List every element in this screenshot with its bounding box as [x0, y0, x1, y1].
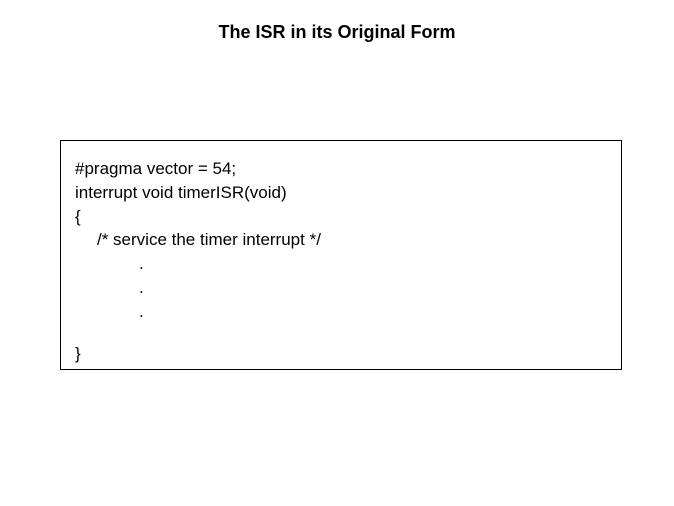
- code-line-comment: /* service the timer interrupt */: [75, 228, 607, 252]
- code-line-signature: interrupt void timerISR(void): [75, 181, 607, 205]
- code-line-close-brace: }: [75, 342, 607, 366]
- code-line-dot: .: [75, 276, 607, 300]
- code-line-open-brace: {: [75, 205, 607, 229]
- code-listing: #pragma vector = 54; interrupt void time…: [60, 140, 622, 370]
- code-line-dot: .: [75, 252, 607, 276]
- code-line-pragma: #pragma vector = 54;: [75, 157, 607, 181]
- code-line-dot: .: [75, 300, 607, 324]
- slide-title: The ISR in its Original Form: [0, 0, 674, 43]
